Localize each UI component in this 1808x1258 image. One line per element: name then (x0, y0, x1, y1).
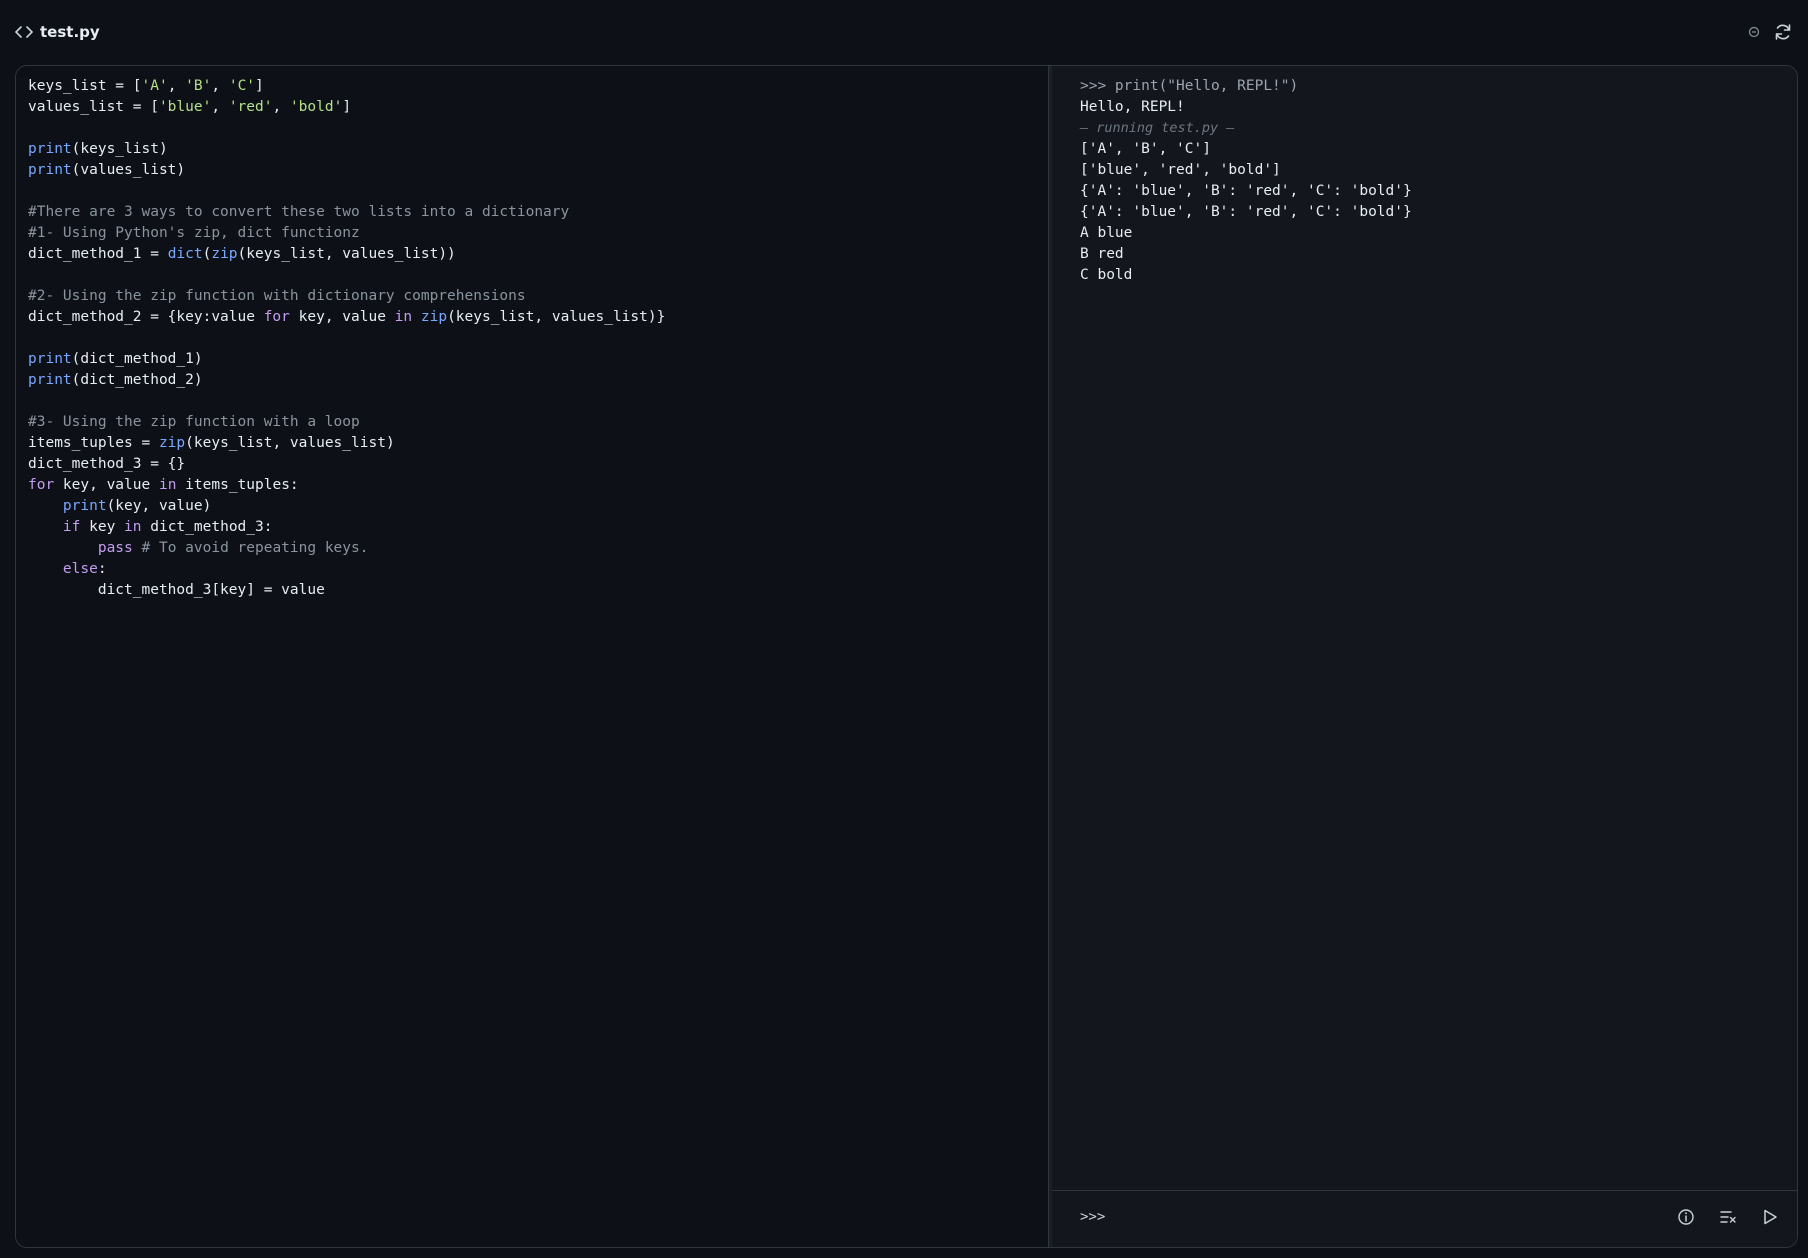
info-icon[interactable] (1675, 1206, 1697, 1228)
run-play-icon[interactable] (1759, 1206, 1781, 1228)
code-editor[interactable]: keys_list = ['A', 'B', 'C'] values_list =… (16, 66, 1048, 1247)
top-actions (1746, 20, 1794, 44)
repl-output-line: A blue (1080, 225, 1133, 241)
repl-input-bar: >>> (1052, 1190, 1797, 1247)
workspace: keys_list = ['A', 'B', 'C'] values_list =… (15, 65, 1798, 1248)
code-line[interactable]: values_list = ['blue', 'red', 'bold'] (28, 97, 665, 118)
code-line[interactable]: print(key, value) (28, 496, 665, 517)
top-bar: test.py (0, 0, 1808, 64)
code-content[interactable]: keys_list = ['A', 'B', 'C'] values_list =… (28, 76, 665, 601)
repl-panel: >>> print("Hello, REPL!") Hello, REPL! — r… (1052, 66, 1797, 1247)
code-line[interactable]: print(dict_method_1) (28, 349, 665, 370)
code-line[interactable]: #There are 3 ways to convert these two l… (28, 202, 665, 223)
code-line[interactable]: print(keys_list) (28, 139, 665, 160)
code-line[interactable]: dict_method_3[key] = value (28, 580, 665, 601)
circle-status-icon[interactable] (1746, 24, 1762, 40)
clear-output-icon[interactable] (1717, 1206, 1739, 1228)
code-line[interactable]: pass # To avoid repeating keys. (28, 538, 665, 559)
repl-running-line: — running test.py — (1080, 120, 1235, 136)
code-line[interactable]: #2- Using the zip function with dictiona… (28, 286, 665, 307)
code-line[interactable]: print(values_list) (28, 160, 665, 181)
repl-prompt: >>> (1080, 1209, 1106, 1225)
repl-output-line: ['A', 'B', 'C'] (1080, 141, 1211, 157)
repl-output-line: C bold (1080, 267, 1133, 283)
code-line[interactable]: if key in dict_method_3: (28, 517, 665, 538)
code-line[interactable]: else: (28, 559, 665, 580)
file-title: test.py (40, 23, 100, 41)
code-brackets-icon (14, 23, 34, 41)
code-line[interactable]: items_tuples = zip(keys_list, values_lis… (28, 433, 665, 454)
code-line[interactable] (28, 181, 665, 202)
repl-output-line: ['blue', 'red', 'bold'] (1080, 162, 1281, 178)
code-line[interactable]: keys_list = ['A', 'B', 'C'] (28, 76, 665, 97)
code-line[interactable]: print(dict_method_2) (28, 370, 665, 391)
repl-input[interactable] (1120, 1203, 1664, 1235)
code-line[interactable] (28, 391, 665, 412)
repl-output: >>> print("Hello, REPL!") Hello, REPL! — r… (1080, 76, 1412, 286)
repl-actions (1675, 1206, 1781, 1228)
code-line[interactable] (28, 265, 665, 286)
code-line[interactable] (28, 118, 665, 139)
repl-output-line: Hello, REPL! (1080, 99, 1185, 115)
repl-output-line: {'A': 'blue', 'B': 'red', 'C': 'bold'} (1080, 204, 1412, 220)
code-line[interactable]: for key, value in items_tuples: (28, 475, 665, 496)
code-line[interactable] (28, 328, 665, 349)
repl-output-line: {'A': 'blue', 'B': 'red', 'C': 'bold'} (1080, 183, 1412, 199)
code-line[interactable]: dict_method_3 = {} (28, 454, 665, 475)
repl-output-line: B red (1080, 246, 1124, 262)
code-line[interactable]: #3- Using the zip function with a loop (28, 412, 665, 433)
refresh-icon[interactable] (1772, 21, 1794, 43)
code-line[interactable]: #1- Using Python's zip, dict functionz (28, 223, 665, 244)
repl-prompt-line: >>> print("Hello, REPL!") (1080, 78, 1299, 94)
code-line[interactable]: dict_method_2 = {key:value for key, valu… (28, 307, 665, 328)
code-line[interactable]: dict_method_1 = dict(zip(keys_list, valu… (28, 244, 665, 265)
